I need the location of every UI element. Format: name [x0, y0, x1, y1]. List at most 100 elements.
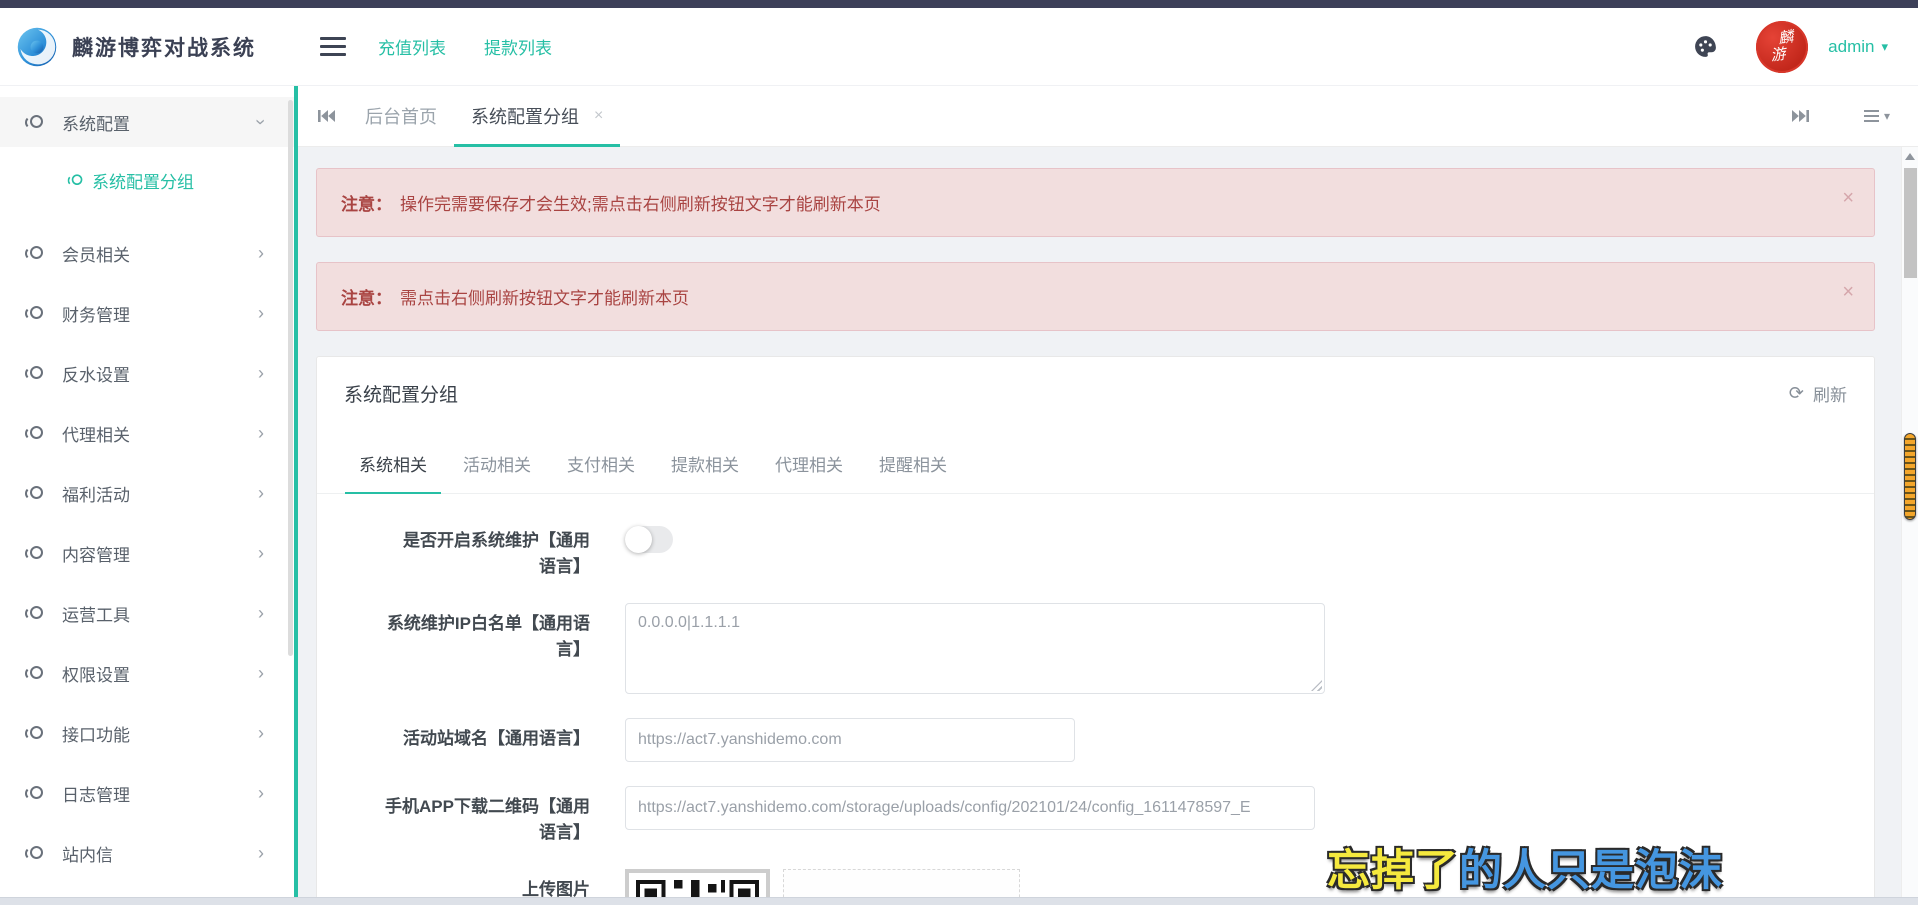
sidebar-item-permissions[interactable]: 权限设置 ›	[0, 643, 294, 703]
maintenance-toggle[interactable]	[625, 526, 673, 553]
circle-icon	[25, 305, 43, 322]
chevron-down-icon: ›	[252, 119, 270, 125]
tab-agent[interactable]: 代理相关	[761, 429, 857, 493]
alert-text: 操作完需要保存才会生效;需点击右侧刷新按钮文字才能刷新本页	[400, 195, 881, 214]
nav-withdraw-list[interactable]: 提款列表	[484, 34, 552, 59]
sidebar-item-welfare[interactable]: 福利活动 ›	[0, 463, 294, 523]
nav-recharge-list[interactable]: 充值列表	[378, 34, 446, 59]
chevron-right-icon: ›	[258, 244, 264, 262]
app-qrcode-url-input[interactable]	[625, 786, 1315, 830]
circle-icon	[25, 245, 43, 262]
panel-title: 系统配置分组	[344, 380, 458, 407]
tabbar-actions: ▾	[1792, 109, 1890, 123]
chevron-right-icon: ›	[258, 664, 264, 682]
user-avatar[interactable]: 麟 游	[1753, 17, 1812, 76]
content-area: 注意： 操作完需要保存才会生效;需点击右侧刷新按钮文字才能刷新本页 × 注意： 需点…	[298, 147, 1901, 897]
sidebar-subitem-config-group[interactable]: 系统配置分组	[0, 147, 294, 213]
circle-icon	[25, 665, 43, 682]
caret-down-icon: ▾	[1881, 39, 1888, 55]
alert-danger: 注意： 操作完需要保存才会生效;需点击右侧刷新按钮文字才能刷新本页 ×	[316, 168, 1875, 237]
field-label: 手机APP下载二维码【通用语言】	[337, 786, 625, 845]
tab-payment[interactable]: 支付相关	[553, 429, 649, 493]
tab-list-menu-icon[interactable]: ▾	[1864, 109, 1890, 123]
app-header: 麟游博弈对战系统 充值列表 提款列表 麟 游 admin ▾	[0, 8, 1918, 86]
chevron-right-icon: ›	[258, 484, 264, 502]
sidebar-item-rebate[interactable]: 反水设置 ›	[0, 343, 294, 403]
chevron-right-icon: ›	[258, 724, 264, 742]
toggle-knob	[625, 526, 652, 553]
tab-dashboard[interactable]: 后台首页	[348, 86, 454, 147]
window-top-strip	[0, 0, 1918, 8]
sidebar-item-api[interactable]: 接口功能 ›	[0, 703, 294, 763]
form-row-ip-whitelist: 系统维护IP白名单【通用语言】 0.0.0.0|1.1.1.1	[337, 603, 1874, 694]
chevron-right-icon: ›	[258, 304, 264, 322]
header-right: 充值列表 提款列表 麟 游 admin ▾	[294, 21, 1918, 73]
sidebar-item-logs[interactable]: 日志管理 ›	[0, 763, 294, 823]
field-label: 上传图片	[337, 869, 625, 897]
sidebar: 系统配置 › 系统配置分组 会员相关 › 财务管理 › 反水设置 › 代理相关 …	[0, 86, 294, 897]
subtitle-highlighted: 忘掉了	[1327, 847, 1459, 895]
chevron-right-icon: ›	[258, 424, 264, 442]
field-label: 是否开启系统维护【通用语言】	[337, 520, 625, 579]
orange-scroll-indicator[interactable]	[1904, 433, 1916, 520]
scroll-up-arrow-icon[interactable]	[1905, 153, 1915, 160]
theme-palette-icon[interactable]	[1693, 34, 1718, 59]
tab-activity[interactable]: 活动相关	[449, 429, 545, 493]
tab-reminder[interactable]: 提醒相关	[865, 429, 961, 493]
activity-domain-input[interactable]	[625, 718, 1075, 762]
tab-config-group[interactable]: 系统配置分组 ×	[454, 86, 620, 147]
tab-system[interactable]: 系统相关	[345, 429, 441, 493]
form-row-maintenance: 是否开启系统维护【通用语言】	[337, 520, 1874, 579]
sidebar-item-system-config[interactable]: 系统配置 ›	[0, 97, 294, 147]
app-logo-icon	[15, 25, 59, 69]
tab-withdraw[interactable]: 提款相关	[657, 429, 753, 493]
field-label: 系统维护IP白名单【通用语言】	[337, 603, 625, 662]
circle-icon	[25, 425, 43, 442]
sidebar-item-members[interactable]: 会员相关 ›	[0, 223, 294, 283]
alert-prefix: 注意：	[341, 195, 392, 214]
qr-code-image[interactable]	[625, 869, 770, 897]
skip-back-icon[interactable]	[318, 109, 335, 123]
circle-icon	[25, 365, 43, 382]
circle-icon	[25, 545, 43, 562]
username: admin	[1828, 37, 1874, 57]
sidebar-item-operations[interactable]: 运营工具 ›	[0, 583, 294, 643]
config-panel: 系统配置分组 ⟳ 刷新 系统相关 活动相关 支付相关 提款相关 代理相关 提醒相…	[316, 356, 1875, 897]
refresh-button[interactable]: ⟳ 刷新	[1789, 381, 1847, 406]
form-row-activity-domain: 活动站域名【通用语言】	[337, 718, 1874, 762]
ip-whitelist-textarea[interactable]: 0.0.0.0|1.1.1.1	[625, 603, 1325, 694]
subtitle-rest: 的人只是泡沫	[1459, 847, 1723, 895]
sidebar-item-content[interactable]: 内容管理 ›	[0, 523, 294, 583]
alert-prefix: 注意：	[341, 289, 392, 308]
circle-icon	[25, 485, 43, 502]
sidebar-item-messages[interactable]: 站内信 ›	[0, 823, 294, 883]
panel-header: 系统配置分组 ⟳ 刷新	[317, 357, 1874, 429]
chevron-right-icon: ›	[258, 364, 264, 382]
user-menu[interactable]: admin ▾	[1828, 37, 1888, 57]
circle-icon	[25, 114, 43, 131]
skip-forward-icon[interactable]	[1792, 109, 1809, 123]
brand-title: 麟游博弈对战系统	[72, 32, 256, 62]
chevron-right-icon: ›	[258, 844, 264, 862]
circle-icon	[25, 605, 43, 622]
sidebar-toggle-icon[interactable]	[320, 37, 346, 56]
chevron-right-icon: ›	[258, 544, 264, 562]
close-icon[interactable]: ×	[594, 107, 603, 125]
scrollbar-thumb[interactable]	[1904, 168, 1917, 278]
sidebar-scrollbar-thumb[interactable]	[288, 100, 293, 656]
sidebar-item-agent[interactable]: 代理相关 ›	[0, 403, 294, 463]
horizontal-scrollbar[interactable]	[0, 897, 1918, 905]
content-scrollbar[interactable]	[1901, 147, 1918, 897]
top-nav: 充值列表 提款列表	[378, 34, 552, 59]
upload-image-button[interactable]: +	[783, 869, 1020, 897]
field-label: 活动站域名【通用语言】	[337, 718, 625, 752]
circle-icon	[25, 845, 43, 862]
page-tabbar: 后台首页 系统配置分组 × ▾	[298, 86, 1918, 147]
config-tabs: 系统相关 活动相关 支付相关 提款相关 代理相关 提醒相关	[317, 429, 1874, 494]
circle-icon	[25, 725, 43, 742]
sidebar-item-finance[interactable]: 财务管理 ›	[0, 283, 294, 343]
alert-danger: 注意： 需点击右侧刷新按钮文字才能刷新本页 ×	[316, 262, 1875, 331]
close-icon[interactable]: ×	[1842, 281, 1854, 304]
close-icon[interactable]: ×	[1842, 187, 1854, 210]
alert-text: 需点击右侧刷新按钮文字才能刷新本页	[400, 289, 689, 308]
